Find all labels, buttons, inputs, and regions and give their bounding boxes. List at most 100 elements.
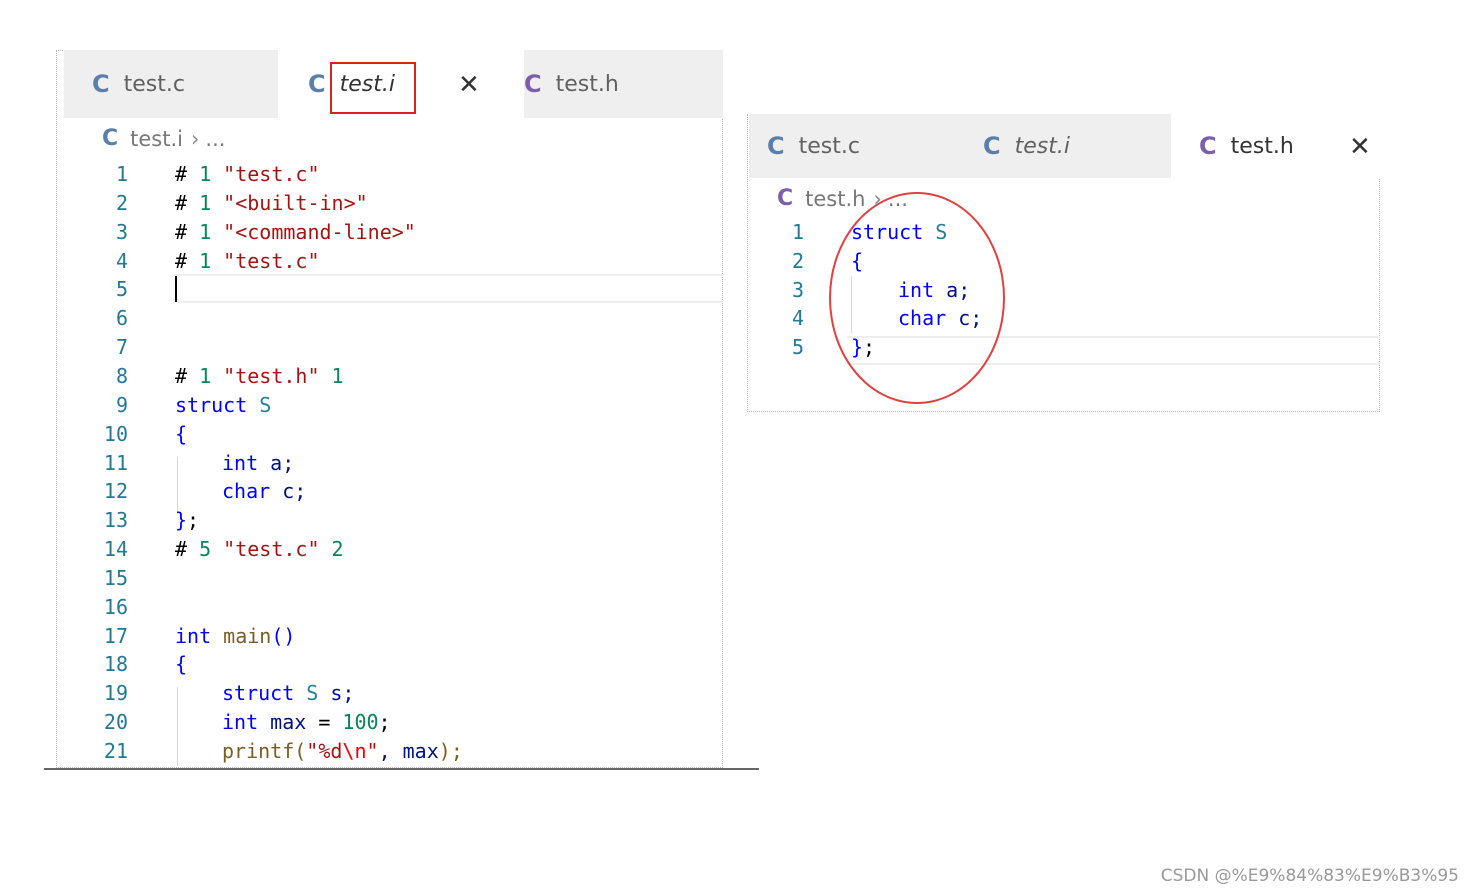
code-text: # 1 "<command-line>" xyxy=(175,218,416,247)
line-number: 12 xyxy=(103,479,128,504)
line-number: 14 xyxy=(103,537,128,562)
code-text: # 1 "<built-in>" xyxy=(175,189,368,218)
code-token: struct xyxy=(175,392,248,417)
code-token: ; xyxy=(187,508,200,533)
code-line[interactable]: 13}; xyxy=(56,506,723,535)
code-text: { xyxy=(175,650,187,679)
highlight-circle xyxy=(829,192,1005,404)
code-line[interactable]: 11 int a; xyxy=(56,449,723,478)
tab-label: test.h xyxy=(1230,133,1294,159)
code-line[interactable]: 6 xyxy=(56,304,723,333)
code-line[interactable]: 7 xyxy=(56,333,723,362)
breadcrumb-file[interactable]: test.h xyxy=(805,187,865,211)
code-line[interactable]: 1 # 1 "test.c" xyxy=(56,160,723,189)
line-number: 16 xyxy=(103,594,128,619)
tab-test-h[interactable]: C test.h xyxy=(494,50,738,118)
tab-label: test.c xyxy=(798,133,860,159)
code-token: int xyxy=(175,623,212,648)
breadcrumb: C test.i › ... xyxy=(102,126,225,151)
code-token: 1 xyxy=(187,219,224,244)
code-token: ( xyxy=(294,739,307,763)
right-editor-panel: C test.c C test.i C test.h ✕ C test.h › … xyxy=(747,114,1408,412)
code-token: # xyxy=(175,248,188,273)
code-token: "test.c" xyxy=(223,162,320,186)
code-token: { xyxy=(175,421,188,446)
tab-test-h[interactable]: C test.h ✕ xyxy=(1171,114,1408,178)
code-token: main xyxy=(211,623,272,648)
code-token: "<built-in>" xyxy=(223,190,368,215)
code-token: 100 xyxy=(342,710,379,735)
code-token: S xyxy=(294,681,319,706)
tab-test-i[interactable]: C test.i xyxy=(955,114,1199,178)
code-line[interactable]: 12 char c; xyxy=(56,477,723,506)
code-token: ); xyxy=(438,739,463,763)
code-token: # xyxy=(175,537,188,562)
code-token: printf xyxy=(222,739,295,763)
right-tab-bar: C test.c C test.i C test.h ✕ xyxy=(749,114,1408,178)
code-line[interactable]: 21 printf("%d\n", max); xyxy=(56,737,723,766)
code-text: }; xyxy=(175,506,199,535)
code-token: ; xyxy=(378,710,391,735)
code-line[interactable]: 9 struct S xyxy=(56,391,723,420)
code-token: 1 xyxy=(187,363,224,388)
close-tab-icon[interactable]: ✕ xyxy=(458,70,480,100)
code-line[interactable]: 2 # 1 "<built-in>" xyxy=(56,189,723,218)
code-line[interactable]: 10 { xyxy=(56,420,723,449)
line-number: 19 xyxy=(103,681,128,706)
line-number: 3 xyxy=(791,277,804,302)
line-number: 6 xyxy=(115,306,128,331)
highlight-box xyxy=(330,62,416,114)
code-token: c; xyxy=(270,479,307,504)
code-token: max xyxy=(258,710,307,735)
line-number: 10 xyxy=(103,421,128,446)
code-line[interactable]: 19 struct S s; xyxy=(56,679,723,708)
code-token: 2 xyxy=(319,537,344,562)
code-text: int max = 100; xyxy=(222,708,391,737)
c-file-icon: C xyxy=(983,132,1001,160)
code-token: 1 xyxy=(187,190,224,215)
tab-test-c[interactable]: C test.c xyxy=(749,114,973,178)
code-text: { xyxy=(175,420,187,449)
code-token: # xyxy=(175,219,188,244)
code-line[interactable]: 14 # 5 "test.c" 2 xyxy=(56,535,723,564)
code-token: "<command-line>" xyxy=(223,219,416,244)
c-file-icon: C xyxy=(777,186,794,211)
breadcrumb-more[interactable]: ... xyxy=(205,127,225,151)
code-line[interactable]: 15 xyxy=(56,564,723,593)
code-token: "test.c" xyxy=(223,537,320,562)
code-token: 5 xyxy=(187,537,224,562)
line-number: 4 xyxy=(115,248,128,273)
breadcrumb-file[interactable]: test.i xyxy=(130,127,183,151)
line-number: 3 xyxy=(115,219,128,244)
watermark: CSDN @%E9%84%83%E9%B3%95 xyxy=(1160,866,1459,886)
code-line[interactable]: 4 # 1 "test.c" xyxy=(56,247,723,276)
line-number: 4 xyxy=(791,306,804,331)
code-line[interactable]: 16 xyxy=(56,593,723,622)
line-number: 21 xyxy=(103,739,128,763)
line-number: 13 xyxy=(103,508,128,533)
code-token: () xyxy=(271,623,296,648)
code-line[interactable]: 5 xyxy=(56,275,723,304)
code-line[interactable]: 18 { xyxy=(56,650,723,679)
line-number: 1 xyxy=(791,220,804,244)
code-token: "test.c" xyxy=(223,248,320,273)
code-line[interactable]: 17 int main() xyxy=(56,622,723,651)
code-token: struct xyxy=(222,681,295,706)
code-line[interactable]: 8 # 1 "test.h" 1 xyxy=(56,362,723,391)
close-tab-icon[interactable]: ✕ xyxy=(1349,132,1371,162)
c-file-icon: C xyxy=(524,70,542,98)
code-token: 1 xyxy=(319,363,344,388)
tab-test-c[interactable]: C test.c xyxy=(64,50,306,118)
code-text: struct S s; xyxy=(222,679,354,708)
line-number: 15 xyxy=(103,565,128,590)
code-token: # xyxy=(175,363,188,388)
code-line[interactable]: 3 # 1 "<command-line>" xyxy=(56,218,723,247)
code-token: 1 xyxy=(187,248,224,273)
code-token: \n xyxy=(342,739,367,763)
left-editor-panel: C test.c C test.i ✕ C test.h C test.i › … xyxy=(56,50,723,768)
code-text: # 1 "test.c" xyxy=(175,160,320,189)
line-number: 2 xyxy=(115,190,128,215)
line-number: 20 xyxy=(103,710,128,735)
code-line[interactable]: 20 int max = 100; xyxy=(56,708,723,737)
code-editor[interactable]: 1 # 1 "test.c" 2 # 1 "<built-in>" 3 # 1 "<com… xyxy=(56,160,723,766)
